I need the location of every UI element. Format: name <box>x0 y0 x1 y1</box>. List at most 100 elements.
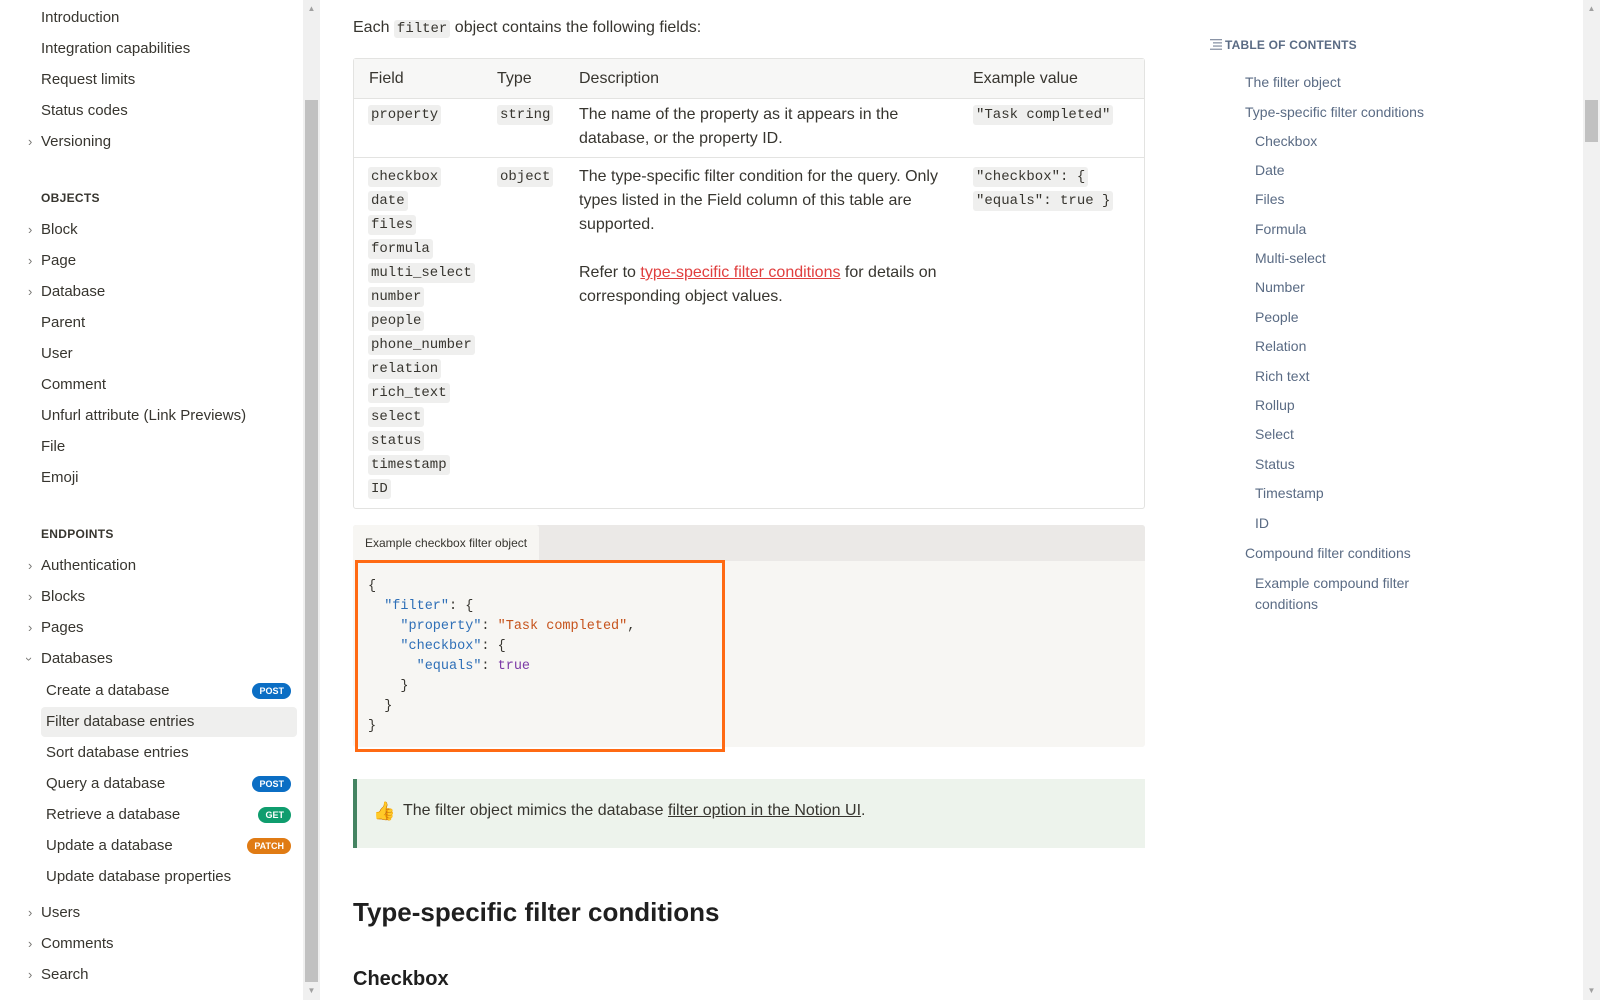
code-highlight-box <box>355 560 725 752</box>
toc-item-example-compound-filter[interactable]: Example compound filter <box>1255 573 1409 593</box>
sidebar-item-integration-capabilities[interactable]: Integration capabilities <box>41 36 190 62</box>
row1-description-line1: The name of the property as it appears i… <box>579 106 899 123</box>
field-code-formula: formula <box>368 239 433 259</box>
sidebar-item-block[interactable]: › Block <box>28 217 78 243</box>
sidebar-item-users[interactable]: › Users <box>28 900 80 926</box>
sidebar-item-page[interactable]: › Page <box>28 248 76 274</box>
toc-item-compound-filter-conditions[interactable]: Compound filter conditions <box>1245 543 1411 563</box>
intro-prefix: Each <box>353 19 390 36</box>
page-scrollbar[interactable]: ▲ ▼ <box>1583 0 1600 1000</box>
scroll-down-arrow-icon[interactable]: ▼ <box>1583 986 1600 995</box>
sidebar-item-pages[interactable]: › Pages <box>28 615 84 641</box>
field-code-checkbox: checkbox <box>368 167 442 187</box>
fields-intro: Each filter object contains the followin… <box>353 19 701 38</box>
toc-item-select[interactable]: Select <box>1255 424 1294 444</box>
sidebar-item-query-database[interactable]: Query a database POST <box>41 769 297 799</box>
row1-description: The name of the property as it appears i… <box>579 103 959 151</box>
sidebar-nav: Introduction Integration capabilities Re… <box>0 0 303 1000</box>
code-tab-bar: Example checkbox filter object <box>353 525 1145 561</box>
toc-item-date[interactable]: Date <box>1255 160 1285 180</box>
toc-item-id[interactable]: ID <box>1255 513 1269 533</box>
field-code-rich-text: rich_text <box>368 383 450 403</box>
table-header-type: Type <box>497 70 532 87</box>
chevron-right-icon: › <box>28 558 33 573</box>
field-code-property: property <box>368 105 442 125</box>
table-header-description: Description <box>579 70 660 87</box>
sidebar-item-comment[interactable]: Comment <box>41 372 106 398</box>
toc-item-status[interactable]: Status <box>1255 454 1295 474</box>
example-code-checkbox-line1: "checkbox": { <box>973 167 1089 187</box>
sidebar-item-versioning[interactable]: › Versioning <box>28 129 112 155</box>
toc-item-formula[interactable]: Formula <box>1255 219 1306 239</box>
sidebar-item-label: Databases <box>41 650 113 667</box>
sidebar-item-blocks[interactable]: › Blocks <box>28 584 85 610</box>
sidebar-item-unfurl-attribute[interactable]: Unfurl attribute (Link Previews) <box>41 403 246 429</box>
subsection-title: Checkbox <box>353 968 449 990</box>
sidebar-item-label: Create a database <box>46 682 170 699</box>
chevron-right-icon: › <box>28 253 33 268</box>
code-tab-example-checkbox[interactable]: Example checkbox filter object <box>353 525 540 561</box>
sidebar-item-create-database[interactable]: Create a database POST <box>41 676 297 706</box>
sidebar-item-label: Filter database entries <box>46 713 195 730</box>
sidebar-item-emoji[interactable]: Emoji <box>41 465 79 491</box>
table-header-example-value: Example value <box>973 70 1078 87</box>
sidebar-item-file[interactable]: File <box>41 434 65 460</box>
toc-item-example-compound-filter-cont[interactable]: conditions <box>1255 594 1318 614</box>
toc-item-people[interactable]: People <box>1255 307 1299 327</box>
sidebar-item-update-database-properties[interactable]: Update database properties <box>41 862 297 892</box>
toc-item-rollup[interactable]: Rollup <box>1255 395 1295 415</box>
thumbs-up-icon: 👍 <box>373 801 396 821</box>
scroll-down-arrow-icon[interactable]: ▼ <box>303 986 320 995</box>
toc-header-label: TABLE OF CONTENTS <box>1225 38 1357 52</box>
toc-item-timestamp[interactable]: Timestamp <box>1255 483 1324 503</box>
sidebar-item-user[interactable]: User <box>41 341 73 367</box>
sidebar-item-introduction[interactable]: Introduction <box>41 5 119 31</box>
sidebar-item-label: Block <box>41 221 78 238</box>
example-code-task-completed: "Task completed" <box>973 105 1114 125</box>
toc-item-multi-select[interactable]: Multi-select <box>1255 248 1326 268</box>
scroll-up-arrow-icon[interactable]: ▲ <box>1583 4 1600 13</box>
example-code-checkbox-line2: "equals": true } <box>973 191 1114 211</box>
sidebar-scrollbar-thumb[interactable] <box>305 100 318 982</box>
sidebar-item-comments[interactable]: › Comments <box>28 931 114 957</box>
sidebar-scrollbar[interactable]: ▲ ▼ <box>303 0 320 1000</box>
toc-item-filter-object[interactable]: The filter object <box>1245 72 1341 92</box>
type-code-string: string <box>497 105 554 125</box>
callout-prefix: The filter object mimics the database <box>403 802 664 819</box>
field-code-timestamp: timestamp <box>368 455 450 475</box>
sidebar-item-label: Pages <box>41 619 84 636</box>
sidebar-item-label: Database <box>41 283 106 300</box>
sidebar-item-search[interactable]: › Search <box>28 962 89 988</box>
toc-item-relation[interactable]: Relation <box>1255 336 1306 356</box>
filter-option-notion-ui-link[interactable]: filter option in the Notion UI <box>668 802 861 819</box>
sidebar-item-request-limits[interactable]: Request limits <box>41 67 135 93</box>
toc-item-checkbox[interactable]: Checkbox <box>1255 131 1317 151</box>
sidebar-item-sort-database-entries[interactable]: Sort database entries <box>41 738 297 768</box>
type-code-object: object <box>497 167 554 187</box>
sidebar-item-label: Versioning <box>41 133 112 150</box>
sidebar-item-filter-database-entries[interactable]: Filter database entries <box>41 707 297 737</box>
sidebar-item-authentication[interactable]: › Authentication <box>28 553 136 579</box>
toc-item-number[interactable]: Number <box>1255 277 1305 297</box>
sidebar-item-status-codes[interactable]: Status codes <box>41 98 128 124</box>
sidebar-item-database[interactable]: › Database <box>28 279 106 305</box>
toc-header: TABLE OF CONTENTS <box>1210 38 1450 56</box>
sidebar-item-update-database[interactable]: Update a database PATCH <box>41 831 297 861</box>
sidebar-item-databases[interactable]: › Databases <box>22 646 113 672</box>
toc-item-rich-text[interactable]: Rich text <box>1255 366 1309 386</box>
row2-description-line2: types listed in the Field column of this… <box>579 192 912 209</box>
row2-description-line3: supported. <box>579 216 655 233</box>
row2-refer: Refer to type-specific filter conditions… <box>579 261 964 309</box>
field-code-files: files <box>368 215 417 235</box>
sidebar-item-retrieve-database[interactable]: Retrieve a database GET <box>41 800 297 830</box>
field-code-people: people <box>368 311 425 331</box>
toc-item-files[interactable]: Files <box>1255 189 1285 209</box>
refer-prefix: Refer to <box>579 264 636 281</box>
sidebar-item-label: Search <box>41 966 89 983</box>
refer-line2: corresponding object values. <box>579 288 783 305</box>
toc-item-type-specific-filter-conditions[interactable]: Type-specific filter conditions <box>1245 102 1424 122</box>
page-scrollbar-thumb[interactable] <box>1585 100 1598 142</box>
scroll-up-arrow-icon[interactable]: ▲ <box>303 4 320 13</box>
type-specific-filter-conditions-link[interactable]: type-specific filter conditions <box>640 264 840 281</box>
sidebar-item-parent[interactable]: Parent <box>41 310 85 336</box>
